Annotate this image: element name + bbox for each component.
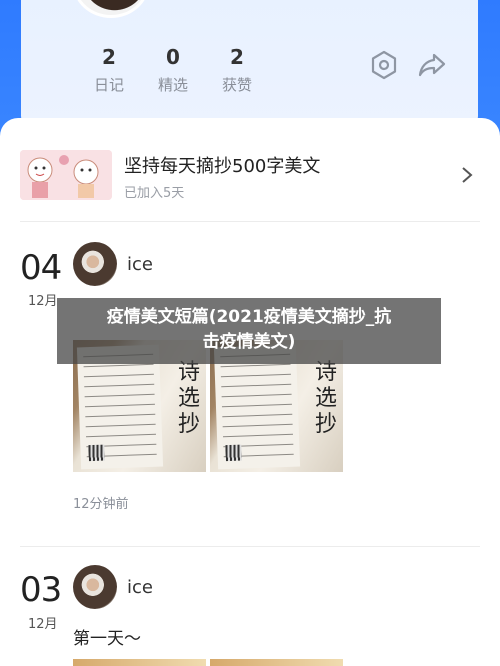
stat-likes[interactable]: 2 获赞	[205, 46, 269, 95]
stat-diary-label: 日记	[93, 76, 124, 94]
post-username[interactable]: ice	[127, 577, 153, 598]
overlay-line-1: 疫情美文短篇(2021疫情美文摘抄_抗	[106, 307, 392, 327]
post-photos-preview	[73, 659, 343, 666]
stat-diary-count: 2	[102, 45, 116, 69]
post-month: 12月	[28, 294, 58, 309]
chevron-right-icon	[460, 166, 474, 184]
stat-featured-label: 精选	[157, 76, 188, 94]
post-avatar[interactable]	[73, 565, 117, 609]
post-day: 04	[20, 248, 62, 288]
profile-stats: 2 日记 0 精选 2 获赞	[77, 46, 269, 95]
collection-subtitle: 已加入5天	[124, 186, 185, 201]
stat-likes-count: 2	[230, 45, 244, 69]
divider	[20, 546, 480, 547]
post-username[interactable]: ice	[127, 254, 153, 275]
share-icon[interactable]	[417, 50, 447, 80]
settings-hex-icon[interactable]	[369, 50, 399, 80]
stat-diary[interactable]: 2 日记	[77, 46, 141, 95]
article-title-overlay: 疫情美文短篇(2021疫情美文摘抄_抗 击疫情美文)	[57, 298, 441, 364]
profile-avatar[interactable]	[73, 0, 149, 18]
post-month: 12月	[28, 617, 58, 632]
stat-featured-count: 0	[166, 45, 180, 69]
collection-card[interactable]: 坚持每天摘抄500字美文 已加入5天	[20, 146, 480, 206]
diary-feed: 坚持每天摘抄500字美文 已加入5天 04 12月 ice 诗选抄 诗选抄 12…	[0, 118, 500, 666]
post-avatar[interactable]	[73, 242, 117, 286]
stat-featured[interactable]: 0 精选	[141, 46, 205, 95]
collection-thumbnail	[20, 150, 112, 200]
post-day: 03	[20, 570, 62, 610]
divider	[20, 221, 480, 222]
overlay-line-2: 击疫情美文)	[202, 332, 296, 352]
profile-card: 2 日记 0 精选 2 获赞	[21, 0, 478, 132]
stat-likes-label: 获赞	[221, 76, 252, 94]
collection-title: 坚持每天摘抄500字美文	[124, 156, 321, 177]
post-time: 12分钟前	[73, 497, 129, 512]
post-text: 第一天～	[73, 629, 141, 649]
